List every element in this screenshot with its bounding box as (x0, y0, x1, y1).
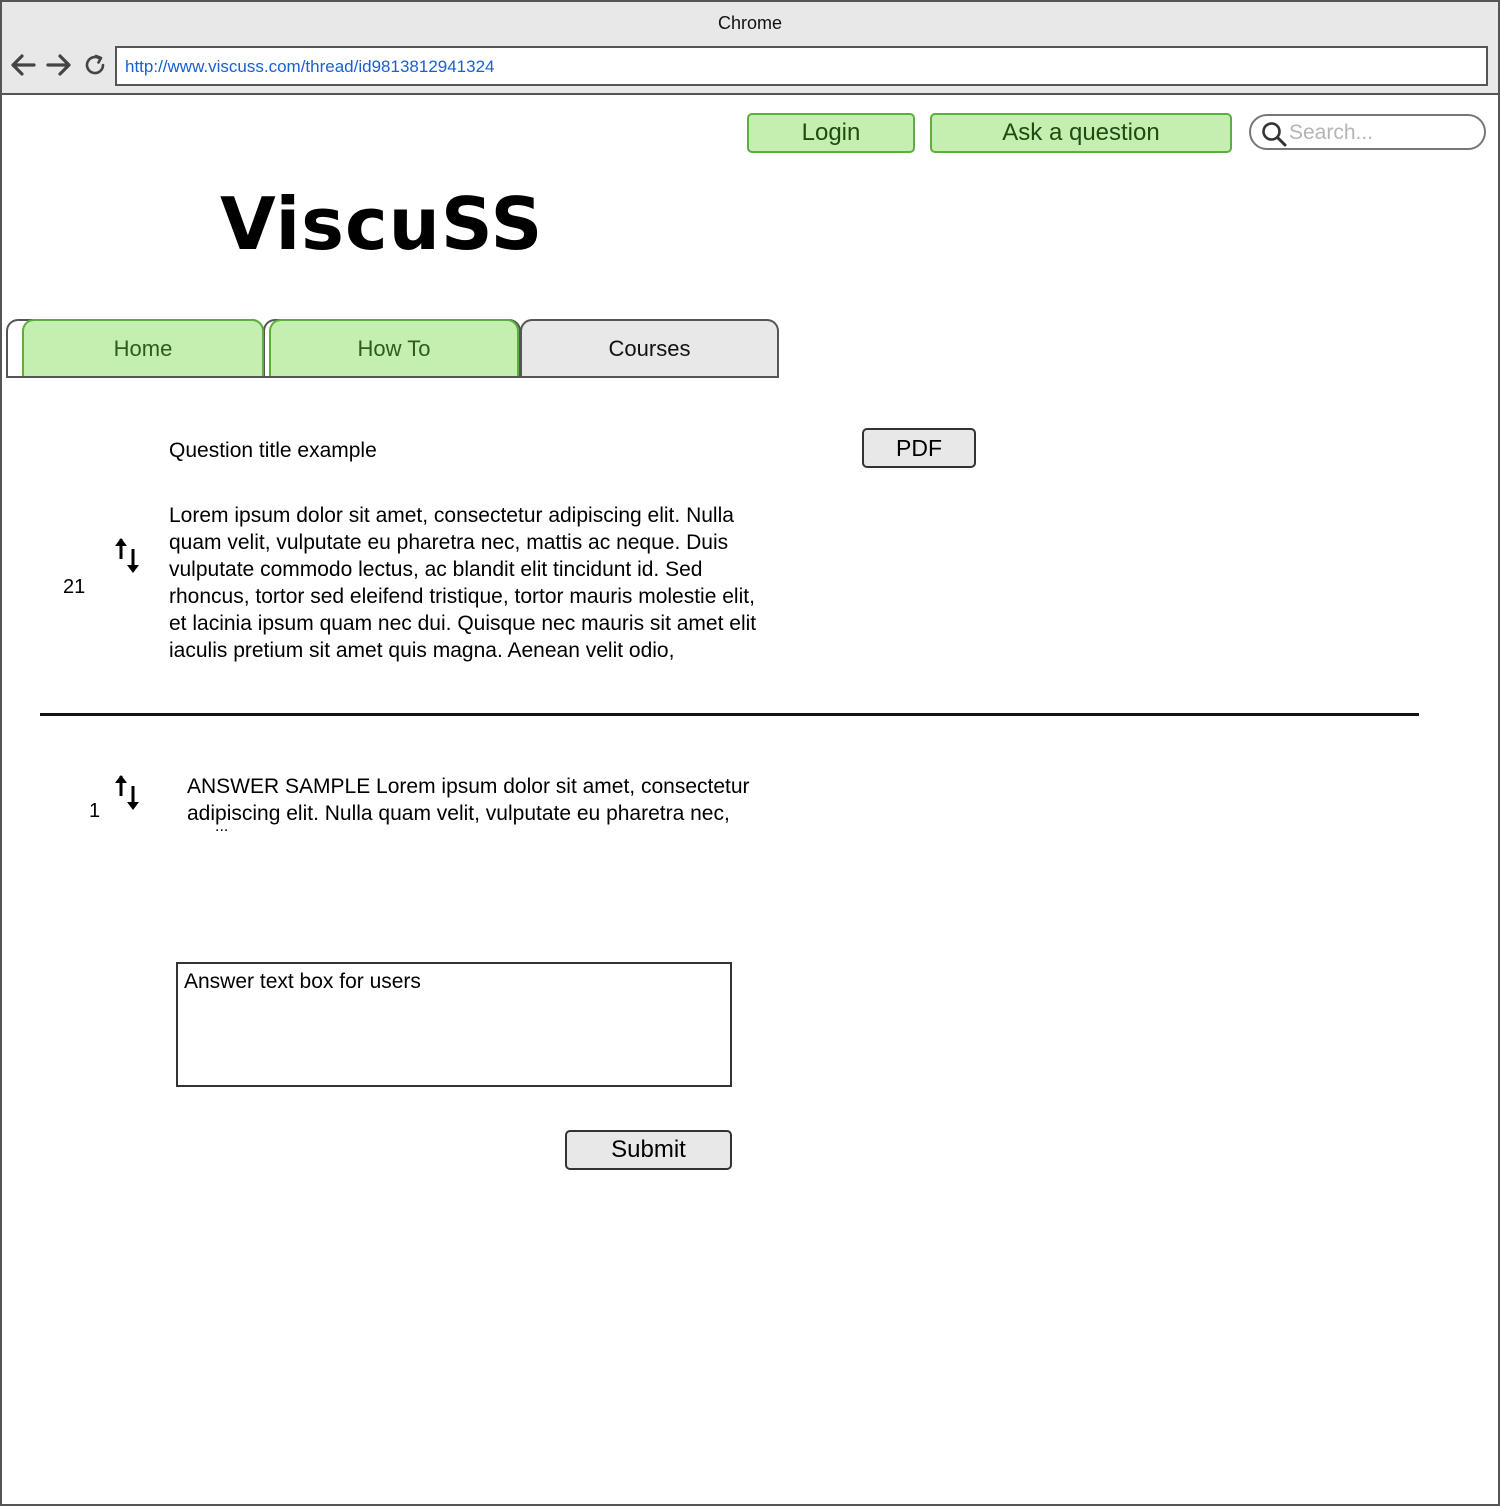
section-divider (40, 713, 1419, 716)
search-input[interactable] (1289, 119, 1474, 147)
site-logo: ViscuSS (220, 182, 544, 266)
back-arrow-icon[interactable] (8, 49, 38, 81)
question-title: Question title example (169, 439, 377, 462)
search-icon (1262, 122, 1287, 147)
reload-icon[interactable] (80, 49, 110, 81)
tab-courses[interactable]: Courses (520, 319, 779, 377)
window-title: Chrome (717, 13, 783, 33)
answer-more-ellipsis[interactable]: ... (215, 818, 228, 836)
answer-textarea[interactable] (178, 964, 730, 1085)
pdf-button[interactable]: PDF (862, 428, 976, 468)
search-box[interactable] (1249, 114, 1486, 150)
question-vote-count: 21 (63, 576, 86, 598)
vote-arrows-icon[interactable] (112, 535, 144, 575)
vote-arrows-icon[interactable] (112, 772, 144, 812)
address-url: http://www.viscuss.com/thread/id98138129… (125, 57, 495, 76)
ask-question-button[interactable]: Ask a question (930, 113, 1232, 153)
browser-window: Chrome http://www.viscuss.com/thread/id9… (0, 0, 1500, 1506)
address-bar[interactable]: http://www.viscuss.com/thread/id98138129… (115, 46, 1488, 86)
answer-textbox[interactable] (176, 962, 732, 1087)
tabs-baseline (6, 376, 779, 378)
login-button[interactable]: Login (747, 113, 915, 153)
answer-vote-count: 1 (89, 800, 101, 822)
nav-controls (8, 49, 110, 81)
tab-home[interactable]: Home (22, 319, 264, 377)
question-body: Lorem ipsum dolor sit amet, consectetur … (169, 504, 757, 662)
submit-button[interactable]: Submit (565, 1130, 732, 1170)
browser-toolbar: Chrome http://www.viscuss.com/thread/id9… (2, 2, 1498, 95)
tab-how-to[interactable]: How To (269, 319, 519, 377)
forward-arrow-icon[interactable] (44, 49, 74, 81)
answer-body: ANSWER SAMPLE Lorem ipsum dolor sit amet… (187, 775, 750, 825)
